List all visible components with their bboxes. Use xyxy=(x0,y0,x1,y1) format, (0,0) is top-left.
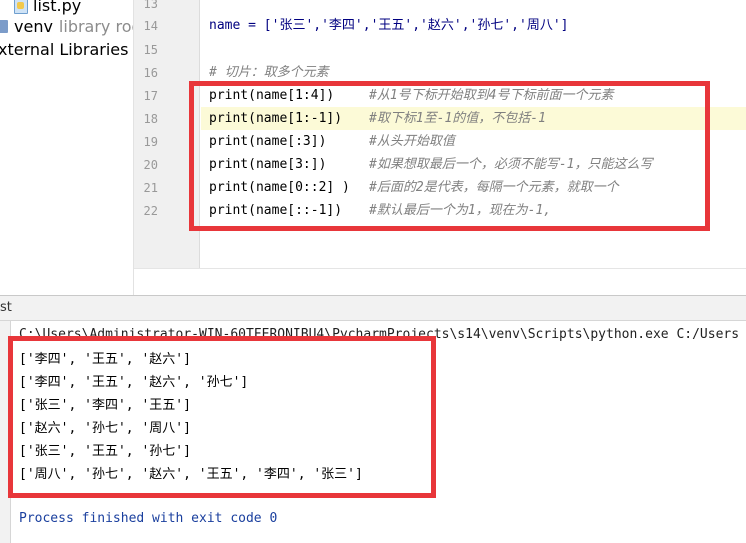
line-number: 15 xyxy=(143,43,158,57)
line-number: 16 xyxy=(143,66,158,80)
tree-item-list-py[interactable]: list.py xyxy=(14,0,81,16)
line-number: 14 xyxy=(143,19,158,33)
line-number: 21 xyxy=(143,181,158,195)
annotation-box-code xyxy=(189,81,710,231)
tree-item-external-libraries[interactable]: xternal Libraries xyxy=(0,38,128,60)
python-file-icon xyxy=(14,0,28,14)
tree-item-label: list.py xyxy=(33,0,82,15)
run-panel-title[interactable]: st xyxy=(0,300,12,315)
annotation-box-output xyxy=(8,336,436,498)
line-number: 19 xyxy=(143,135,158,149)
project-tree: list.py venv library root xternal Librar… xyxy=(0,0,134,295)
line-number: 17 xyxy=(143,89,158,103)
code-line-14[interactable]: name = ['张三','李四','王五','赵六','孙七','周八'] xyxy=(201,14,746,37)
line-number: 18 xyxy=(143,112,158,126)
tree-item-label: xternal Libraries xyxy=(0,39,129,59)
line-number: 20 xyxy=(143,158,158,172)
line-number: 22 xyxy=(143,204,158,218)
tree-item-label: venv xyxy=(14,16,53,36)
folder-icon xyxy=(0,19,8,33)
code-text: name = ['张三','李四','王五','赵六','孙七','周八'] xyxy=(209,18,569,33)
run-panel-header: st xyxy=(0,295,746,321)
comment-text: # 切片：取多个元素 xyxy=(209,65,329,80)
process-exit-message: Process finished with exit code 0 xyxy=(19,511,278,526)
library-root-label: library root xyxy=(58,16,133,36)
line-number: 13 xyxy=(143,0,158,11)
editor-bottom-area xyxy=(134,268,746,295)
tree-item-venv[interactable]: venv library root xyxy=(0,15,133,37)
